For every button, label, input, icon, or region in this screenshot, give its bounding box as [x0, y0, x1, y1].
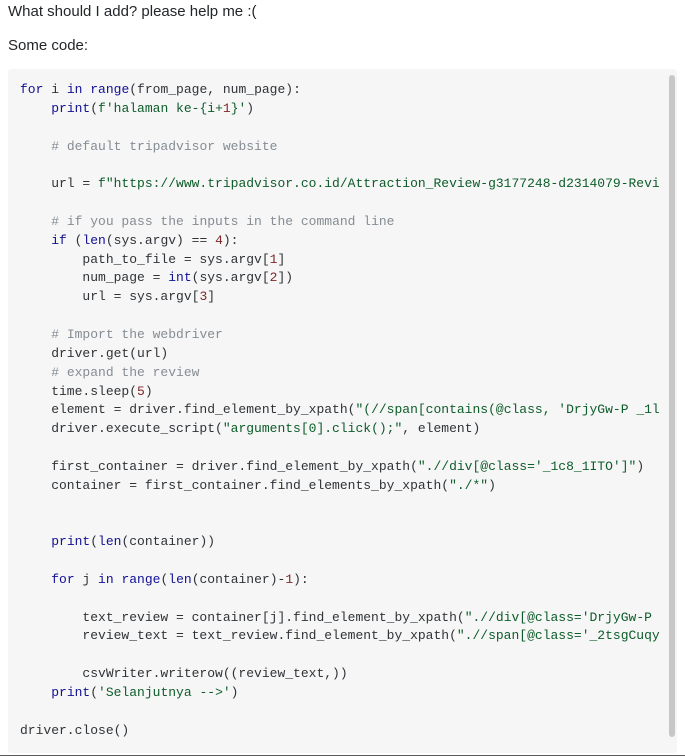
code-text — [20, 327, 51, 342]
builtin-print: print — [51, 534, 90, 549]
code-text: (container)- — [192, 572, 286, 587]
blank-line — [20, 591, 28, 606]
comment: # if you pass the inputs in the command … — [51, 214, 394, 229]
blank-line — [20, 195, 28, 210]
code-text: , element) — [402, 421, 480, 436]
string-url: f"https://www.tripadvisor.co.id/Attracti… — [98, 176, 660, 191]
code-text: ): — [223, 233, 239, 248]
code-text: driver.execute_script( — [20, 421, 223, 436]
code-text: ] — [207, 289, 215, 304]
code-text: ) — [488, 478, 496, 493]
string: f'halaman ke-{i+ — [98, 101, 223, 116]
code-text — [20, 572, 51, 587]
code-text: ): — [293, 572, 309, 587]
code-text: ) — [636, 459, 644, 474]
blank-line — [20, 647, 28, 662]
code-text: ) — [246, 101, 254, 116]
number: 4 — [215, 233, 223, 248]
code-text: ) — [145, 384, 153, 399]
blank-line — [20, 120, 28, 135]
builtin-len: len — [98, 534, 121, 549]
builtin-range: range — [90, 82, 129, 97]
keyword-for: for — [51, 572, 74, 587]
builtin-range: range — [121, 572, 160, 587]
code-text: j — [75, 572, 98, 587]
code-text: container = first_container.find_element… — [20, 478, 449, 493]
blank-line — [20, 308, 28, 323]
builtin-len: len — [82, 233, 105, 248]
code-text: driver.close() — [20, 723, 129, 738]
code-text — [20, 233, 51, 248]
code-text: element = driver.find_element_by_xpath( — [20, 402, 355, 417]
code-text: time.sleep( — [20, 384, 137, 399]
builtin-int: int — [168, 270, 191, 285]
code-text — [20, 685, 51, 700]
string: 'Selanjutnya -->' — [98, 685, 231, 700]
blank-line — [20, 157, 28, 172]
code-text: url = — [20, 176, 98, 191]
vertical-scrollbar[interactable] — [669, 75, 675, 737]
code-text: (container)) — [121, 534, 215, 549]
keyword-for: for — [20, 82, 43, 97]
blank-line — [20, 553, 28, 568]
keyword-if: if — [51, 233, 67, 248]
code-text: (from_page, num_page): — [129, 82, 301, 97]
code-container: for i in range(from_page, num_page): pri… — [8, 69, 677, 753]
code-text: (sys.argv[ — [192, 270, 270, 285]
code-text: ]) — [277, 270, 293, 285]
builtin-len: len — [168, 572, 191, 587]
code-text: num_page = — [20, 270, 168, 285]
code-text: i — [43, 82, 66, 97]
string: "arguments[0].click();" — [223, 421, 402, 436]
code-text: (sys.argv) == — [106, 233, 215, 248]
bottom-divider — [0, 755, 685, 756]
code-text — [20, 139, 51, 154]
code-text: review_text = text_review.find_element_b… — [20, 628, 457, 643]
string-xpath: "./*" — [449, 478, 488, 493]
string-xpath: ".//div[@class='_1c8_1ITO']" — [418, 459, 636, 474]
builtin-print: print — [51, 685, 90, 700]
number: 5 — [137, 384, 145, 399]
number: 1 — [223, 101, 231, 116]
code-text: url = sys.argv[ — [20, 289, 199, 304]
code-text: ] — [277, 252, 285, 267]
code-block[interactable]: for i in range(from_page, num_page): pri… — [8, 69, 677, 753]
code-text: driver.get(url) — [20, 346, 168, 361]
code-text: first_container = driver.find_element_by… — [20, 459, 418, 474]
comment: # Import the webdriver — [51, 327, 223, 342]
blank-line — [20, 440, 28, 455]
blank-line — [20, 497, 28, 512]
code-text — [20, 101, 51, 116]
builtin-print: print — [51, 101, 90, 116]
code-text: ( — [90, 534, 98, 549]
keyword-in: in — [67, 82, 83, 97]
keyword-in: in — [98, 572, 114, 587]
code-text — [20, 534, 51, 549]
blank-line — [20, 515, 28, 530]
string-xpath: "(//span[contains(@class, 'DrjyGw-P _1l — [355, 402, 659, 417]
code-text: path_to_file = sys.argv[ — [20, 252, 270, 267]
comment: # default tripadvisor website — [51, 139, 277, 154]
code-text: ( — [90, 685, 98, 700]
code-text: ) — [231, 685, 239, 700]
string-xpath: ".//span[@class='_2tsgCuqy — [457, 628, 660, 643]
code-text: text_review = container[j].find_element_… — [20, 610, 465, 625]
question-text-line-1: What should I add? please help me :( — [8, 2, 677, 22]
blank-line — [20, 704, 28, 719]
question-text-line-2: Some code: — [8, 36, 677, 56]
code-text — [20, 214, 51, 229]
code-text — [20, 365, 51, 380]
code-text: ( — [67, 233, 83, 248]
code-text: ( — [90, 101, 98, 116]
question-body: What should I add? please help me :( Som… — [0, 0, 685, 55]
comment: # expand the review — [51, 365, 199, 380]
string: }' — [231, 101, 247, 116]
string-xpath: ".//div[@class='DrjyGw-P — [465, 610, 660, 625]
number: 1 — [285, 572, 293, 587]
